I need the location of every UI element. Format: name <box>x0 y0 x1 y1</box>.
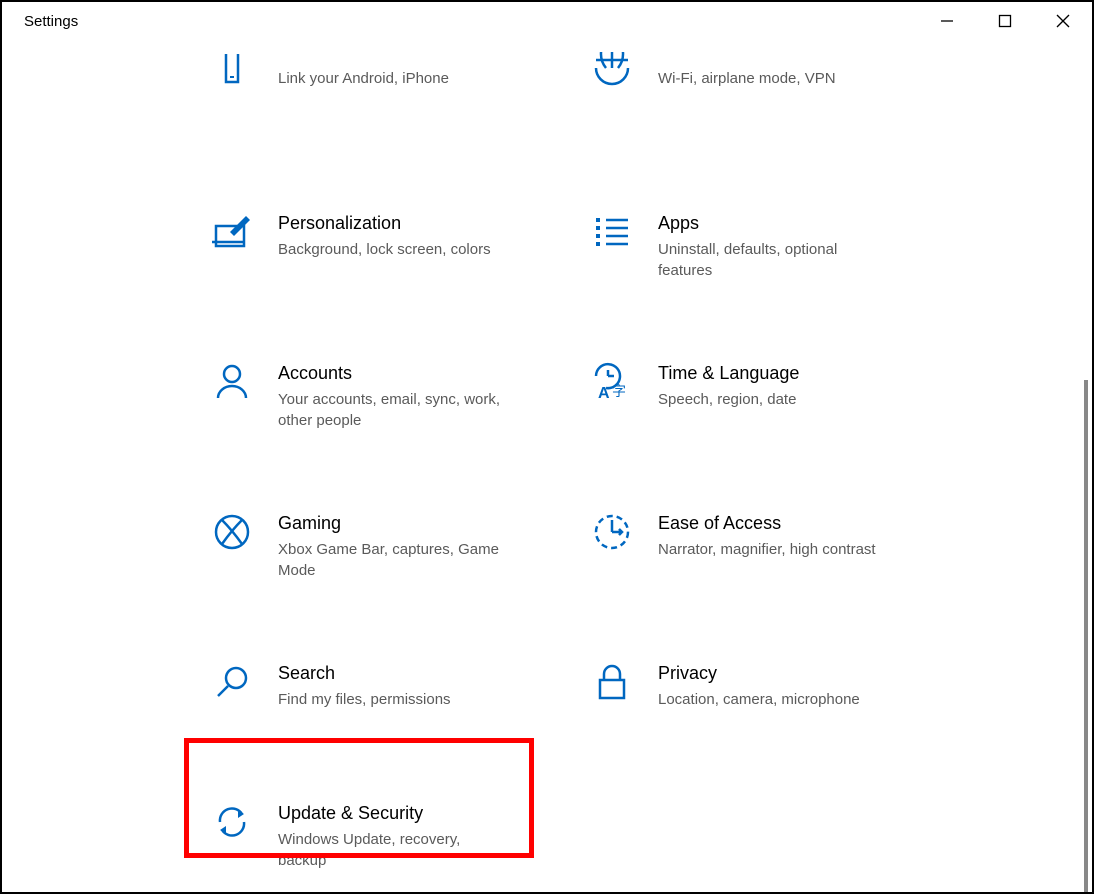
category-accounts[interactable]: Accounts Your accounts, email, sync, wor… <box>202 350 572 450</box>
category-desc: Find my files, permissions <box>278 689 451 710</box>
maximize-button[interactable] <box>976 2 1034 40</box>
minimize-button[interactable] <box>918 2 976 40</box>
category-title: Personalization <box>278 212 491 235</box>
search-icon <box>210 660 254 704</box>
category-desc: Windows Update, recovery, backup <box>278 829 508 871</box>
category-desc: Xbox Game Bar, captures, Game Mode <box>278 539 508 581</box>
globe-icon <box>590 50 634 94</box>
category-phone[interactable]: Link your Android, iPhone <box>202 40 572 140</box>
category-privacy[interactable]: Privacy Location, camera, microphone <box>582 650 952 750</box>
category-apps[interactable]: Apps Uninstall, defaults, optional featu… <box>582 200 952 300</box>
sync-icon <box>210 800 254 844</box>
time-language-icon: A 字 <box>590 360 634 404</box>
category-title: Time & Language <box>658 362 799 385</box>
category-desc: Link your Android, iPhone <box>278 68 449 89</box>
category-gaming[interactable]: Gaming Xbox Game Bar, captures, Game Mod… <box>202 500 572 600</box>
list-icon <box>590 210 634 254</box>
ease-of-access-icon <box>590 510 634 554</box>
window-controls <box>918 2 1092 40</box>
category-time-language[interactable]: A 字 Time & Language Speech, region, date <box>582 350 952 450</box>
category-desc: Location, camera, microphone <box>658 689 860 710</box>
svg-text:A: A <box>598 385 610 402</box>
scrollbar[interactable] <box>1084 380 1088 892</box>
category-search[interactable]: Search Find my files, permissions <box>202 650 572 750</box>
lock-icon <box>590 660 634 704</box>
window-title: Settings <box>24 13 78 30</box>
content-area: Link your Android, iPhone Wi-Fi, airplan… <box>2 40 1092 892</box>
close-button[interactable] <box>1034 2 1092 40</box>
category-network[interactable]: Wi-Fi, airplane mode, VPN <box>582 40 952 140</box>
category-title: Privacy <box>658 662 860 685</box>
category-title: Update & Security <box>278 802 508 825</box>
category-title: Ease of Access <box>658 512 876 535</box>
category-personalization[interactable]: Personalization Background, lock screen,… <box>202 200 572 300</box>
xbox-icon <box>210 510 254 554</box>
categories-grid: Link your Android, iPhone Wi-Fi, airplan… <box>202 40 952 890</box>
person-icon <box>210 360 254 404</box>
category-update-security[interactable]: Update & Security Windows Update, recove… <box>202 790 572 890</box>
phone-icon <box>210 50 254 94</box>
paint-icon <box>210 210 254 254</box>
category-title: Apps <box>658 212 888 235</box>
category-title: Accounts <box>278 362 508 385</box>
category-desc: Speech, region, date <box>658 389 799 410</box>
category-title: Gaming <box>278 512 508 535</box>
category-title: Search <box>278 662 451 685</box>
category-desc: Uninstall, defaults, optional features <box>658 239 888 281</box>
category-desc: Wi-Fi, airplane mode, VPN <box>658 68 836 89</box>
category-desc: Background, lock screen, colors <box>278 239 491 260</box>
category-ease-of-access[interactable]: Ease of Access Narrator, magnifier, high… <box>582 500 952 600</box>
category-desc: Narrator, magnifier, high contrast <box>658 539 876 560</box>
svg-text:字: 字 <box>612 383 626 399</box>
category-desc: Your accounts, email, sync, work, other … <box>278 389 508 431</box>
